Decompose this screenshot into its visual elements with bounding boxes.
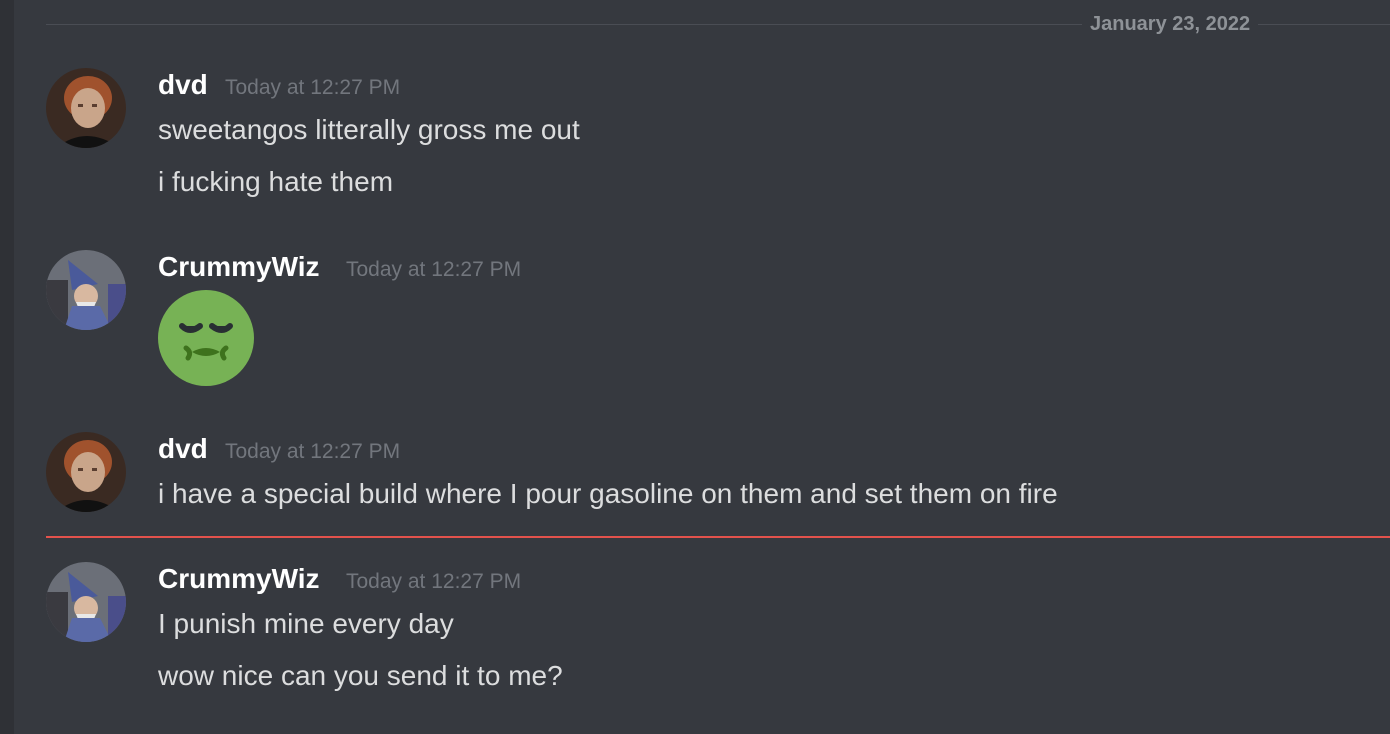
message-text: wow nice can you send it to me?	[158, 660, 563, 691]
message-timestamp: Today at 12:27 PM	[225, 440, 401, 463]
message-timestamp: Today at 12:27 PM	[346, 570, 522, 593]
avatar[interactable]	[46, 68, 126, 148]
message-author[interactable]: CrummyWiz	[158, 562, 320, 596]
message-text: sweetangos litterally gross me out	[158, 114, 580, 145]
message-timestamp: Today at 12:27 PM	[225, 76, 401, 99]
message-text: i have a special build where I pour gaso…	[158, 478, 1058, 509]
avatar[interactable]	[46, 562, 126, 642]
message-author[interactable]: dvd	[158, 68, 208, 102]
date-divider-label: January 23, 2022	[1082, 11, 1259, 37]
message-timestamp: Today at 12:27 PM	[346, 258, 522, 281]
avatar-wizard-icon	[46, 562, 126, 642]
new-messages-divider	[46, 536, 1390, 538]
avatar[interactable]	[46, 432, 126, 512]
message-text: I punish mine every day	[158, 608, 454, 639]
message-text: i fucking hate them	[158, 166, 394, 197]
avatar[interactable]	[46, 250, 126, 330]
message-author[interactable]: CrummyWiz	[158, 250, 320, 284]
avatar-dvd-icon	[46, 432, 126, 512]
nauseated-face-icon[interactable]	[158, 290, 254, 386]
message-author[interactable]: dvd	[158, 432, 208, 466]
sidebar-edge	[0, 0, 14, 734]
avatar-wizard-icon	[46, 250, 126, 330]
avatar-dvd-icon	[46, 68, 126, 148]
